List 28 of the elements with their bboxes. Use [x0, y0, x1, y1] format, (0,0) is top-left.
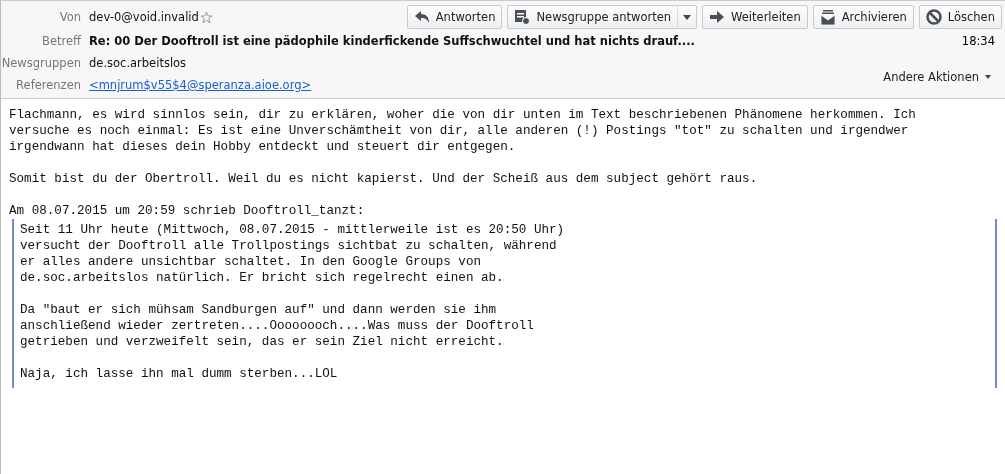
message-paragraph: Somit bist du der Obertroll. Weil du es nicht kapierst. Und der Scheiß aus dem subject gehört raus. [9, 171, 759, 187]
sender-address: dev-0@void.invalid [89, 10, 199, 24]
message-paragraph: Flachmann, es wird sinnlos sein, dir zu erklären, woher die von dir unten im Text beschriebenen Phänomene herkommen. Ich versuche es noch einmal: Es ist eine Unverschämtheit von dir, alle anderen (!) Postings "tot" zu schalten und irgendwer irgendwann hat dieses dein Hobby entdeckt und steuert dir entgegen. [9, 107, 917, 155]
references-label: Referenzen [15, 78, 81, 92]
forward-button[interactable]: Weiterleiten [702, 5, 808, 29]
delete-button[interactable]: Löschen [918, 5, 1002, 29]
newsgroup-name: de.soc.arbeitslos [89, 56, 187, 70]
caret-icon [683, 14, 692, 20]
reply-button[interactable]: Antworten [406, 5, 503, 29]
reply-arrow-icon [413, 10, 430, 24]
message-time: 18:34 [961, 34, 995, 48]
reply-newsgroup-button[interactable]: Newsgruppe antworten [507, 5, 679, 29]
other-actions-menu[interactable]: Andere Aktionen [877, 69, 997, 85]
star-icon[interactable] [199, 10, 213, 24]
dropdown-button[interactable] [678, 5, 698, 29]
newsgroup-icon [514, 9, 531, 25]
from-label: Von [58, 10, 81, 24]
subject-text: Re: 00 Der Dooftroll ist eine pädophile kinderfickende Suffschwuchtel und hat nichts drauf.... [89, 34, 695, 48]
archive-button[interactable]: Archivieren [812, 5, 914, 29]
delete-icon [925, 9, 942, 25]
message-paragraph: Am 08.07.2015 um 20:59 schrieb Dooftroll_tanzt: [9, 203, 366, 219]
newsgroups-label: Newsgruppen [1, 56, 81, 70]
quoted-text: Seit 11 Uhr heute (Mittwoch, 08.07.2015 - mittlerweile ist es 20:50 Uhr) versucht der Dooftroll alle Trollpostings sichtbat zu schalten, während er alles andere unsichtbar schaltet. In den Google Groups von de.soc.arbeitslos natürlich. Er bricht sich regelrecht einen ab. Da "baut er sich mühsam Sandburgen auf" und dann werden sie ihm anschließend wieder zertreten....Oooooooch....Was muss der Dooftroll getrieben und verzweifelt sein, das er sein Ziel nicht erreicht. Naja, ich lasse ihn mal dumm sterben...LOL [12, 219, 997, 388]
caret-icon [985, 75, 991, 79]
reference-link[interactable]: <mnjrum$v55$4@speranza.aioe.org> [89, 78, 312, 92]
subject-label: Betreff [41, 34, 81, 48]
archive-box-icon [819, 9, 836, 25]
right-arrow-icon [709, 10, 726, 24]
